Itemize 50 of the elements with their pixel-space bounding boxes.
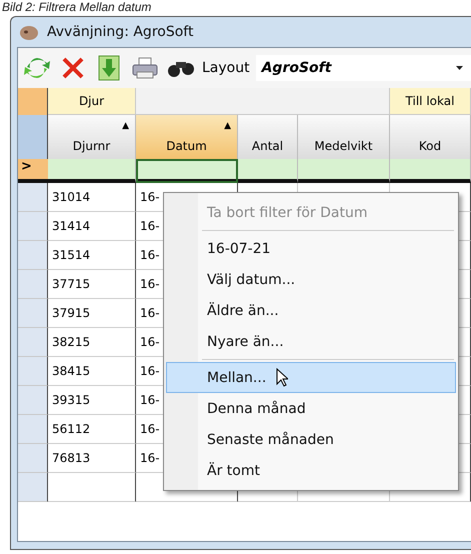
corner-cell (18, 88, 48, 115)
row-header[interactable] (18, 328, 48, 357)
row-header[interactable] (18, 241, 48, 270)
column-header[interactable]: Datum ▲ (136, 115, 238, 159)
layout-label: Layout (202, 60, 250, 76)
row-header[interactable] (18, 183, 48, 212)
menu-item[interactable]: Mellan... (166, 362, 456, 393)
column-header[interactable]: Medelvikt (298, 115, 390, 159)
caption: Bild 2: Filtrera Mellan datum (1, 0, 152, 14)
printer-icon (132, 57, 158, 79)
close-icon (61, 56, 85, 80)
layout-dropdown[interactable]: AgroSoft (256, 55, 471, 81)
corner-cell (18, 115, 48, 159)
filter-cell[interactable] (390, 159, 471, 183)
row-header[interactable] (18, 415, 48, 444)
row-header[interactable] (18, 299, 48, 328)
download-icon (98, 55, 120, 81)
window-title: Avvänjning: AgroSoft (47, 24, 194, 40)
table-cell: 37715 (48, 270, 136, 299)
table-cell: 31014 (48, 183, 136, 212)
row-header[interactable] (18, 212, 48, 241)
filter-cell[interactable] (48, 159, 136, 183)
filter-cell[interactable] (238, 159, 298, 183)
table-cell: 76813 (48, 444, 136, 473)
table-cell: 37915 (48, 299, 136, 328)
row-header[interactable] (18, 357, 48, 386)
table-cell: 38415 (48, 357, 136, 386)
sort-icon: ▲ (224, 121, 231, 131)
table-cell: 39315 (48, 386, 136, 415)
column-header[interactable]: Djurnr ▲ (48, 115, 136, 159)
sort-icon: ▲ (122, 121, 129, 131)
row-header[interactable] (18, 386, 48, 415)
group-header: Djur (48, 88, 136, 115)
filter-cell[interactable] (298, 159, 390, 183)
cursor-icon (276, 368, 288, 387)
table-cell: 31414 (48, 212, 136, 241)
row-header[interactable] (18, 444, 48, 473)
filter-cell[interactable] (136, 159, 238, 183)
app-icon (19, 23, 39, 41)
group-header: Till lokal (390, 88, 471, 115)
caret-icon (456, 66, 463, 70)
refresh-icon (24, 55, 50, 81)
row-indicator: > (18, 159, 48, 183)
column-header[interactable]: Kod (390, 115, 471, 159)
table-cell: 38215 (48, 328, 136, 357)
row-header[interactable] (18, 270, 48, 299)
table-cell: 56112 (48, 415, 136, 444)
column-header[interactable]: Antal (238, 115, 298, 159)
row-header[interactable] (18, 473, 48, 502)
table-cell: 31514 (48, 241, 136, 270)
